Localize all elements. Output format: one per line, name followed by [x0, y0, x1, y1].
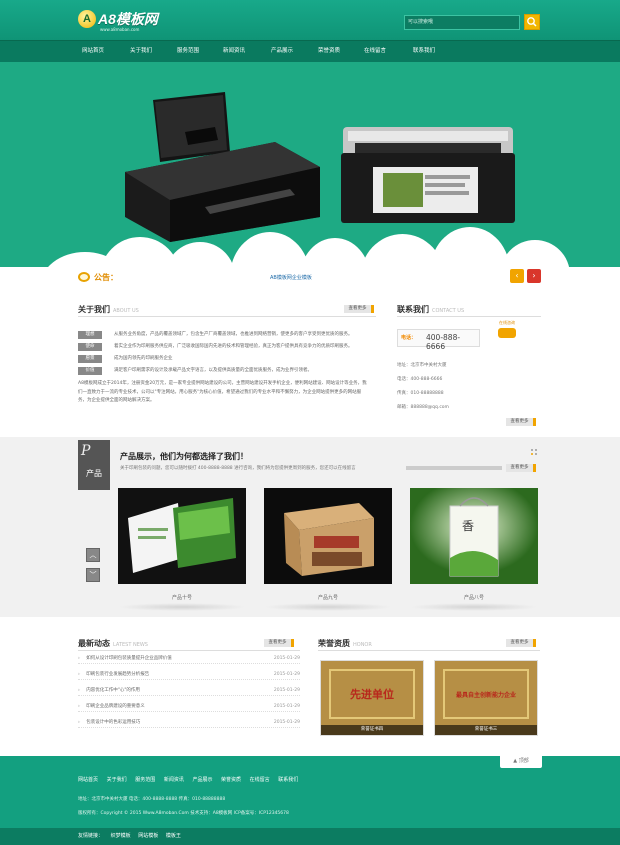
contact-fax: 传真：010-88888888 [397, 391, 444, 396]
dots-icon [530, 448, 540, 456]
honor-more-button[interactable]: 查看更多 [506, 639, 536, 647]
nav-item-service[interactable]: 服务范围 [177, 41, 199, 62]
search-button[interactable] [524, 14, 540, 30]
product-scroll-up-button[interactable]: ︿ [86, 548, 100, 562]
about-paragraph: A8模板网成立于2014年，注册资金20万元，是一家专业提供网站建设的公司，主营… [78, 381, 367, 403]
nav-item-about[interactable]: 关于我们 [130, 41, 152, 62]
honor-certificate[interactable]: 最具自主创新能力企业 荣誉证书三 [434, 660, 538, 736]
news-more-button[interactable]: 查看更多 [264, 639, 294, 647]
friend-links-label: 友情链接： [78, 833, 104, 839]
product-shadow [118, 603, 246, 611]
divider [318, 650, 540, 651]
online-chat-icon[interactable]: 在线咨询 [494, 320, 520, 340]
notice-title: 公告： [78, 270, 118, 284]
printer-image-black [125, 92, 320, 242]
footer-nav: 网站首页 关于我们 服务范围 新闻资讯 产品展示 荣誉资质 在线留言 联系我们 [78, 776, 305, 783]
product-scroll-down-button[interactable]: ﹀ [86, 568, 100, 582]
news-item[interactable]: ▹ 印刷包装行业发展趋势分析报告 2015-01-29 [78, 670, 300, 680]
product-shadow [410, 603, 538, 611]
footer-copyright: 版权所有：Copyright © 2015 Www.A8moban.Com 技术… [78, 811, 289, 816]
divider [397, 316, 541, 317]
phone-number: 400-888-6666 [426, 333, 461, 351]
back-to-top-button[interactable]: ▲ 顶部 [500, 754, 542, 768]
product-more-button[interactable]: 查看更多 [506, 464, 536, 472]
footer-nav-item[interactable]: 产品展示 [192, 777, 212, 783]
friend-link[interactable]: 织梦模板 [111, 833, 131, 839]
about-title: 关于我们 ABOUT US [78, 305, 139, 314]
product-subheading: 关于印刷包装的问题，您可以随时拨打 400-8888-8888 进行咨询，我们将… [120, 466, 356, 471]
about-more-button[interactable]: 查看更多 [344, 305, 374, 313]
friend-links-bar: 友情链接： 织梦模板 网站模板 模板王 [0, 828, 620, 845]
search-icon [527, 17, 537, 27]
nav-item-contact[interactable]: 联系我们 [413, 41, 435, 62]
product-shadow [264, 603, 392, 611]
footer-nav-item[interactable]: 网站首页 [78, 777, 98, 783]
notice-link[interactable]: AB模板网企业模板 [270, 274, 312, 281]
contact-email: 邮箱：888888@qq.com [397, 405, 449, 410]
news-title: 最新动态 LATEST NEWS [78, 639, 148, 648]
hero-banner [0, 62, 620, 292]
product-image[interactable] [264, 488, 392, 584]
chevron-up-icon: ︿ [89, 551, 97, 559]
contact-phone-box: 电话： 400-888-6666 [397, 329, 480, 351]
about-row: 价值 满足客户印刷需求的设计及承载产品文字语言，以及提供高质量的全面优质服务，成为… [78, 366, 368, 376]
footer-nav-item[interactable]: 新闻资讯 [164, 777, 184, 783]
notice-next-button[interactable]: › [527, 269, 541, 283]
nav-item-products[interactable]: 产品展示 [271, 41, 293, 62]
about-row: 理想 从服务业务角度，产品的覆盖领域广，包含生产厂商覆盖领域，也推进到网络营销，使… [78, 330, 368, 340]
logo-subtext: www.a8moban.com [100, 27, 140, 32]
news-item[interactable]: ▹ 如何从设计印刷包装质量提升企业品牌价值 2015-01-29 [78, 654, 300, 664]
contact-more-button[interactable]: 查看更多 [506, 418, 536, 426]
nav-item-message[interactable]: 在线留言 [364, 41, 386, 62]
news-item[interactable]: ▹ 内容优化工作中"心"的作用 2015-01-29 [78, 686, 300, 696]
chevron-down-icon: ﹀ [89, 571, 97, 579]
honor-title: 荣誉资质 HONOR [318, 639, 372, 648]
footer-nav-item[interactable]: 关于我们 [107, 777, 127, 783]
nav-item-home[interactable]: 网站首页 [82, 41, 104, 62]
friend-link[interactable]: 模板王 [166, 833, 181, 839]
contact-title: 联系我们 CONTACT US [397, 305, 465, 314]
contact-phone: 电话：400-888-6666 [397, 377, 443, 382]
site-logo[interactable]: A A8模板网 www.a8moban.com [78, 8, 158, 32]
product-heading: 产品展示，他们为何都选择了我们！ [120, 452, 248, 461]
footer-nav-item[interactable]: 服务范围 [135, 777, 155, 783]
friend-link[interactable]: 网站模板 [138, 833, 158, 839]
chevron-left-icon: ‹ [515, 271, 519, 280]
printer-image-silver [341, 127, 515, 223]
product-caption[interactable]: 产品八号 [410, 594, 538, 601]
footer-nav-item[interactable]: 荣誉资质 [221, 777, 241, 783]
chevron-right-icon: › [532, 271, 536, 280]
nav-item-news[interactable]: 新闻资讯 [223, 41, 245, 62]
product-caption[interactable]: 产品十号 [118, 594, 246, 601]
honor-certificate[interactable]: 先进单位 荣誉证书四 [320, 660, 424, 736]
svg-text:香: 香 [462, 519, 474, 533]
footer-nav-item[interactable]: 联系我们 [278, 777, 298, 783]
product-image[interactable] [118, 488, 246, 584]
contact-address: 地址：北京市中关村大厦 [397, 363, 447, 368]
divider [406, 466, 502, 470]
news-item[interactable]: ▹ 包装设计中的色彩运用技巧 2015-01-29 [78, 718, 300, 728]
footer-address: 地址：北京市中关村大厦 电话：400-8888-8888 传真：010-8888… [78, 797, 226, 802]
about-row: 使命 着实企业作为印刷服务供应商，广泛吸收国际国内先进的技术和管理经验，真正为客户… [78, 342, 368, 352]
notice-prev-button[interactable]: ‹ [510, 269, 524, 283]
logo-text: A8模板网 [98, 11, 158, 27]
divider [78, 650, 300, 651]
nav-item-honor[interactable]: 荣誉资质 [318, 41, 340, 62]
logo-mark: A [78, 10, 96, 28]
search-input[interactable]: 可以搜索哦 [404, 15, 520, 30]
product-badge: P 产品 [78, 440, 110, 490]
divider [78, 316, 376, 317]
main-nav: 网站首页 关于我们 服务范围 新闻资讯 产品展示 荣誉资质 在线留言 联系我们 [0, 40, 620, 62]
speech-bubble-icon [78, 272, 90, 282]
phone-label: 电话： [401, 335, 417, 341]
about-row: 愿景 成为国内领先的印刷服务企业 [78, 354, 368, 364]
product-image[interactable]: 香 [410, 488, 538, 584]
footer-nav-item[interactable]: 在线留言 [250, 777, 270, 783]
news-item[interactable]: ▹ 印刷企业品牌建设的重要意义 2015-01-29 [78, 702, 300, 712]
product-caption[interactable]: 产品九号 [264, 594, 392, 601]
